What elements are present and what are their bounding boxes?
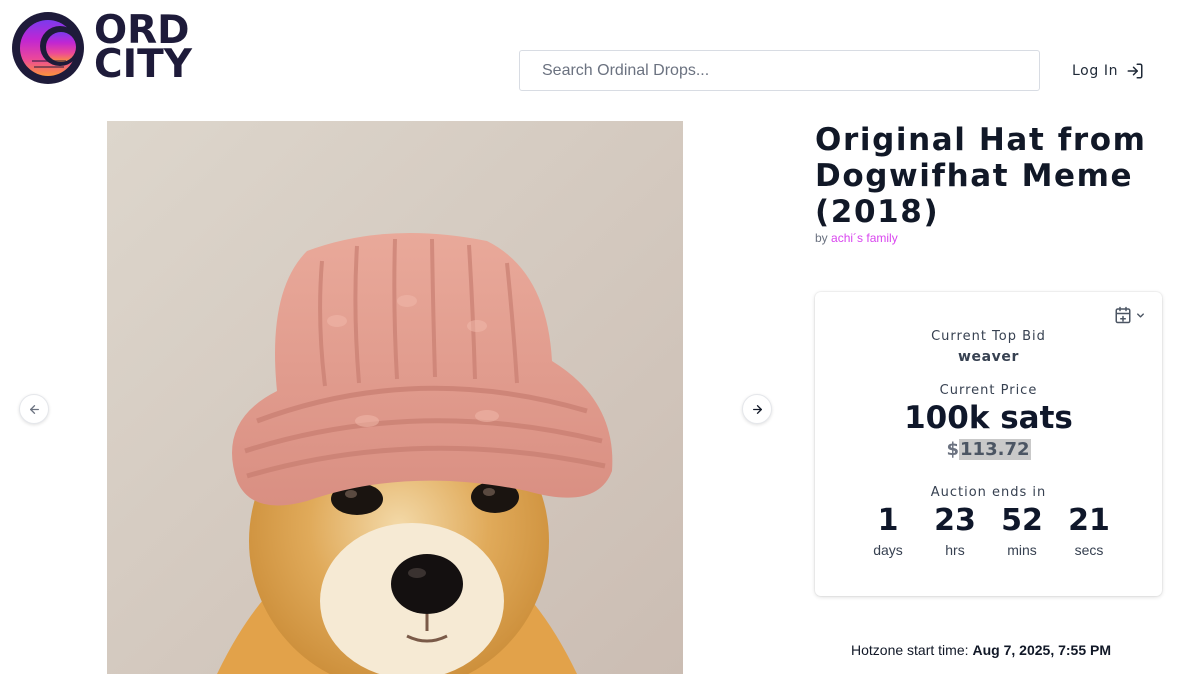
log-in-icon (1127, 63, 1143, 79)
countdown-days-value: 1 (877, 503, 899, 538)
countdown-hours: 23 hrs (922, 503, 989, 559)
countdown-timer: 1 days 23 hrs 52 mins 21 secs (815, 503, 1162, 559)
add-to-calendar-button[interactable] (1114, 306, 1146, 324)
current-price-value: 100k sats (904, 400, 1073, 436)
current-price-usd: $113.72 (815, 439, 1162, 460)
logo-wordmark-line2: CITY (94, 42, 192, 87)
current-price-label: Current Price (939, 383, 1038, 398)
chevron-down-icon (1137, 312, 1144, 318)
countdown-minutes-label: mins (1007, 542, 1037, 558)
hotzone-start-time: Hotzone start time: Aug 7, 2025, 7:55 PM (851, 642, 1111, 658)
auction-card: Current Top Bid weaver Current Price 100… (815, 292, 1162, 596)
item-title: Original Hat from Dogwifhat Meme (2018) (815, 122, 1147, 230)
countdown-seconds: 21 secs (1056, 503, 1123, 559)
login-button[interactable]: Log In (1072, 59, 1144, 83)
search-input[interactable] (519, 50, 1040, 91)
artwork-illustration (107, 121, 683, 674)
previous-image-button[interactable] (19, 394, 49, 424)
countdown-hours-value: 23 (934, 503, 976, 538)
hotzone-label: Hotzone start time: (851, 642, 969, 658)
ord-city-logo-mark-icon (12, 12, 84, 84)
countdown-seconds-label: secs (1074, 542, 1104, 558)
calendar-plus-icon (1115, 306, 1131, 324)
countdown-hours-label: hrs (945, 542, 965, 558)
usd-value: 113.72 (959, 439, 1031, 460)
site-logo[interactable]: ORD CITY (10, 8, 200, 88)
top-bid-label: Current Top Bid (931, 329, 1046, 344)
logo-wordmark: ORD CITY (94, 11, 192, 87)
login-label: Log In (1072, 63, 1119, 79)
countdown-seconds-value: 21 (1068, 503, 1110, 538)
arrow-right-icon (752, 404, 762, 414)
countdown-minutes-value: 52 (1001, 503, 1043, 538)
creator-link[interactable]: achi´s family (831, 231, 898, 245)
artwork-image (107, 121, 683, 674)
countdown-days: 1 days (855, 503, 922, 559)
hotzone-value: Aug 7, 2025, 7:55 PM (972, 642, 1112, 658)
arrow-left-icon (29, 404, 39, 414)
next-image-button[interactable] (742, 394, 772, 424)
top-bidder-name: weaver (957, 349, 1019, 365)
countdown-minutes: 52 mins (989, 503, 1056, 559)
auction-ends-label: Auction ends in (930, 485, 1047, 500)
byline-prefix: by (815, 231, 828, 245)
usd-symbol: $ (946, 439, 960, 460)
byline: by achi´s family (815, 231, 898, 245)
countdown-days-label: days (873, 542, 903, 558)
